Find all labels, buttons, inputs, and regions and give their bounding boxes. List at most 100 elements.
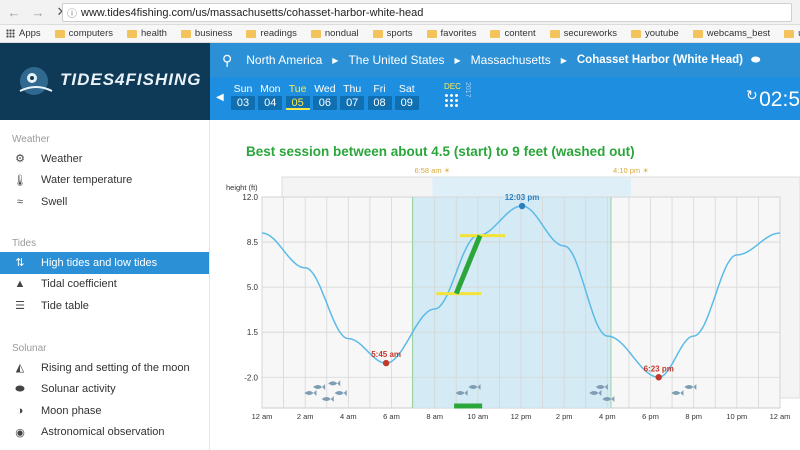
bookmark-folder[interactable]: content [490,28,536,39]
day-date: 03 [231,96,255,110]
sidebar-item-solunar-activity[interactable]: ⬬ Solunar activity [0,379,209,401]
forward-arrow-icon[interactable]: → [28,2,48,22]
day-tab-sat[interactable]: Sat 09 [394,83,419,110]
fish-icon: ⬬ [15,382,25,395]
sidebar-item-water-temperature[interactable]: 🌡 Water temperature [0,170,209,192]
bookmark-folder[interactable]: readings [246,28,297,39]
bookmark-folder[interactable]: nondual [310,28,359,39]
sidebar-section-title: Tides [12,238,37,249]
apps-bookmark[interactable]: Apps [0,28,41,39]
bookmark-folder[interactable]: youtube [630,28,679,39]
bookmark-folder[interactable]: secureworks [549,28,617,39]
tide-extreme-point [382,359,390,367]
day-date: 08 [367,96,392,110]
day-date: 05 [285,96,310,110]
y-tick-label: 12.0 [242,193,258,202]
fish-icon: ⬬ [751,53,761,66]
breadcrumb-item[interactable]: Massachusetts [471,53,551,67]
sidebar-item-label: Tidal coefficient [41,278,117,291]
y-tick-label: 8.5 [247,238,259,247]
sidebar: Weather ⚙ Weather 🌡 Water temperature ≈ Swell T… [0,120,210,450]
gear-icon: ⚙ [15,153,25,166]
sidebar-item-astronomical-observation[interactable]: ◉ Astronomical observation [0,422,209,444]
logo-text: TIDES4FISHING [60,70,202,89]
sidebar-item-high-tides-and-low-tides[interactable]: ⇅ High tides and low tides [0,252,209,274]
tide-extreme-point [655,374,662,381]
bookmark-label: health [141,28,167,39]
site-header: TIDES4FISHING ⚲ North America ▶ The Unit… [0,43,800,120]
sidebar-item-swell[interactable]: ≈ Swell [0,191,209,213]
sidebar-item-moon-phase[interactable]: ◑ Moon phase [0,400,209,422]
moon-phase-icon: ◑ [16,404,24,417]
day-name: Mon [260,83,281,95]
x-tick-label: 4 am [340,412,357,421]
bookmark-label: nondual [324,28,359,39]
bookmark-label: business [194,28,233,39]
bookmark-label: sports [386,28,413,39]
sidebar-item-label: Astronomical observation [41,426,165,439]
address-bar[interactable]: ⓘ www.tides4fishing.com/us/massachusetts… [62,3,792,22]
sun-time-label: 4:10 pm ☀ [613,166,649,175]
bookmark-folder[interactable]: sports [372,28,413,39]
day-tab-tue[interactable]: Tue 05 [285,83,310,110]
day-tab-thu[interactable]: Thu 07 [340,83,365,110]
sidebar-section: Solunar ◭ Rising and setting of the moon ⬬ S… [0,343,209,443]
sidebar-item-label: Swell [41,195,68,208]
bookmark-folder[interactable]: favorites [426,28,476,39]
breadcrumb-item[interactable]: The United States [348,53,444,67]
calendar-icon[interactable] [444,93,460,109]
folder-icon [54,29,65,38]
prev-week-icon[interactable]: ◀ [216,92,224,103]
folder-icon [372,29,383,38]
folder-icon [490,29,501,38]
day-name: Sat [398,83,415,95]
x-tick-label: 2 pm [556,412,573,421]
y-tick-label: -2.0 [244,373,258,382]
day-tab-mon[interactable]: Mon 04 [258,83,283,110]
info-icon[interactable]: ⓘ [63,5,81,20]
tide-extreme-label: 5:45 am [371,350,401,359]
tide-extreme-label: 6:23 pm [644,364,674,373]
sidebar-section: Tides ⇅ High tides and low tides ▲ Tidal coe… [0,238,209,317]
day-date: 09 [394,96,419,110]
breadcrumb-item[interactable]: North America [246,53,322,67]
bookmark-folder[interactable]: business [180,28,233,39]
browser-toolbar: ← → ✕ ⓘ www.tides4fishing.com/us/massach… [0,0,800,25]
folder-icon [246,29,257,38]
sidebar-item-weather[interactable]: ⚙ Weather [0,148,209,170]
breadcrumb-current: Cohasset Harbor (White Head) [576,54,744,66]
sidebar-section-title: Solunar [12,343,47,354]
tide-extreme-label: 12:03 pm [505,193,540,202]
sidebar-item-label: Solunar activity [41,383,116,396]
day-name: Sun [233,83,253,95]
bookmark-label: secureworks [563,28,617,39]
folder-icon [692,29,703,38]
sidebar-item-tidal-coefficient[interactable]: ▲ Tidal coefficient [0,274,209,296]
folder-icon [180,29,191,38]
clock: 02:5 [759,88,800,111]
search-icon[interactable]: ⚲ [222,52,232,69]
bookmark-folder[interactable]: utilities [784,28,800,39]
folder-icon [630,29,641,38]
day-tab-fri[interactable]: Fri 08 [367,83,392,110]
x-tick-label: 8 am [426,412,443,421]
folder-icon [549,29,560,38]
bookmark-folder[interactable]: webcams_best [692,28,770,39]
x-tick-label: 12 am [252,412,273,421]
sidebar-item-tide-table[interactable]: ☰ Tide table [0,295,209,317]
bookmark-folder[interactable]: health [127,28,167,39]
bookmark-label: Apps [19,28,41,39]
sun-time-label: 6:58 am ☀ [414,166,450,175]
day-name: Fri [373,83,386,95]
back-arrow-icon[interactable]: ← [4,2,24,22]
fish-logo-icon [19,67,53,95]
day-name: Thu [343,83,362,95]
url-text: www.tides4fishing.com/us/massachusetts/c… [81,6,424,19]
day-tab-wed[interactable]: Wed 06 [312,83,337,110]
sidebar-item-label: Tide table [41,299,89,312]
sidebar-item-rising-and-setting-of-the-moon[interactable]: ◭ Rising and setting of the moon [0,357,209,379]
day-tab-sun[interactable]: Sun 03 [231,83,255,110]
refresh-icon[interactable]: ↻ [746,87,758,104]
site-logo[interactable]: TIDES4FISHING [0,43,210,120]
bookmark-folder[interactable]: computers [54,28,113,39]
